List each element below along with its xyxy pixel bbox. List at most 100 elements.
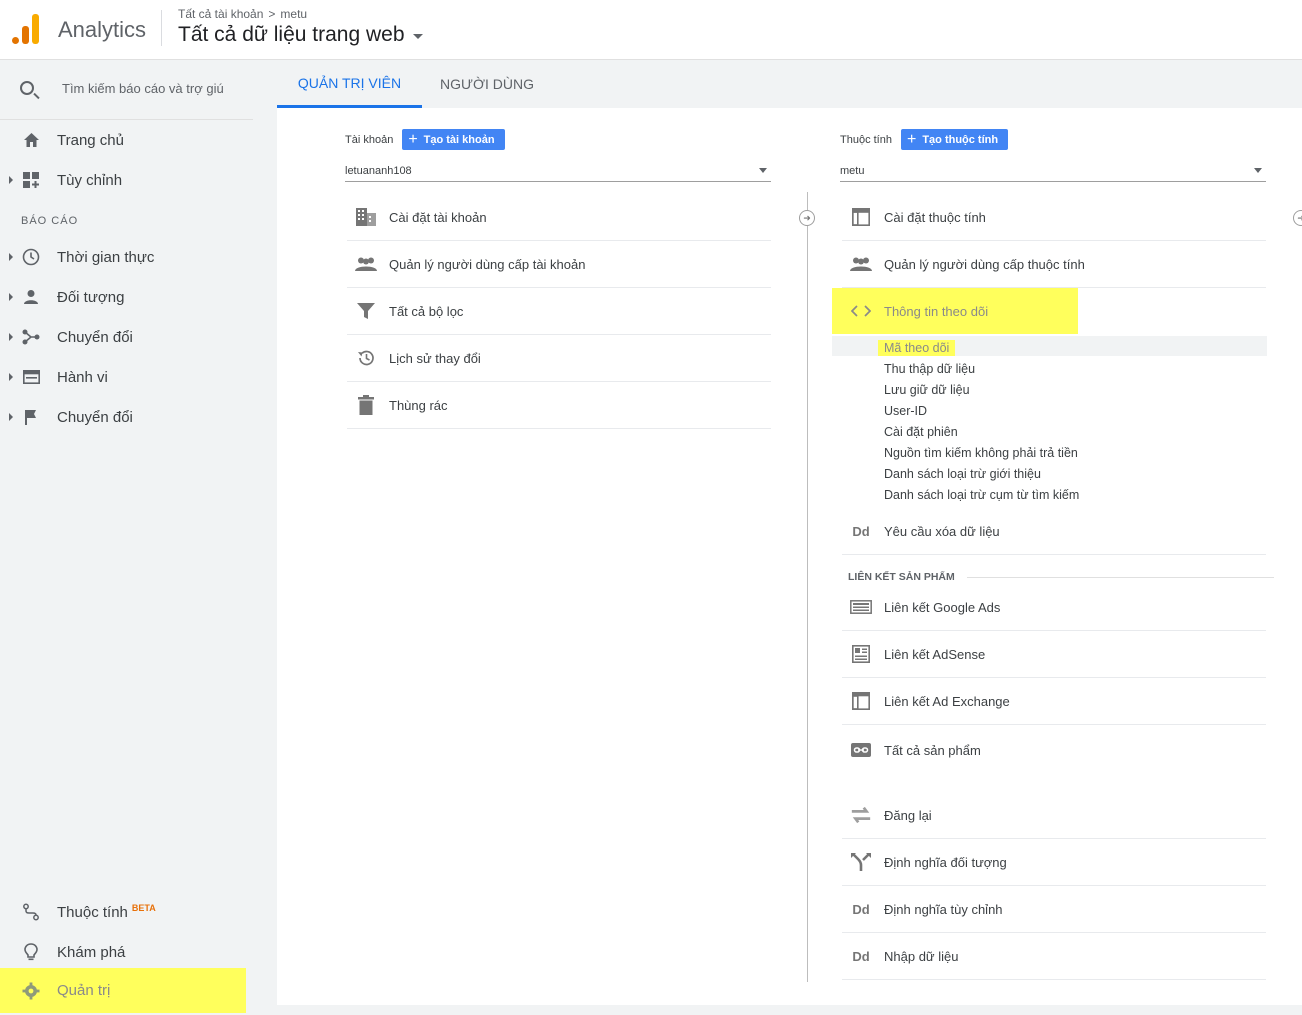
tab-admin[interactable]: QUẢN TRỊ VIÊN — [277, 60, 422, 108]
expand-arrow-icon[interactable] — [9, 333, 13, 341]
ad-exchange-link-item[interactable]: Liên kết Ad Exchange — [842, 678, 1266, 725]
dd-icon: Dd — [852, 948, 870, 964]
code-icon — [850, 300, 872, 322]
filter-icon — [355, 300, 377, 322]
sidebar-item-admin[interactable]: Quản trị — [0, 968, 246, 1013]
data-deletion-request-item[interactable]: Dd Yêu cầu xóa dữ liệu — [842, 508, 1266, 555]
property-selected: metu — [840, 164, 865, 177]
sidebar-item-realtime[interactable]: Thời gian thực — [0, 237, 253, 277]
sidebar-item-label: Trang chủ — [57, 131, 124, 149]
audience-definitions-item[interactable]: Định nghĩa đối tượng — [842, 839, 1266, 886]
property-column-header: Thuộc tính + Tạo thuộc tính — [840, 129, 1009, 150]
remarketing-item[interactable]: Đăng lại — [842, 792, 1266, 839]
property-user-management-item[interactable]: Quản lý người dùng cấp thuộc tính — [842, 241, 1266, 288]
view-title: Tất cả dữ liệu trang web — [178, 23, 405, 46]
dd-icon: Dd — [852, 901, 870, 917]
top-bar: Analytics Tất cả tài khoản > metu Tất cả… — [0, 0, 1302, 60]
remarketing-icon — [850, 804, 872, 826]
search-bar[interactable]: Tìm kiếm báo cáo và trợ giúp — [0, 60, 253, 120]
expand-arrow-icon[interactable] — [9, 373, 13, 381]
sidebar-item-audience[interactable]: Đối tượng — [0, 277, 253, 317]
breadcrumb-separator: > — [268, 7, 276, 21]
history-icon — [355, 347, 377, 369]
tab-users[interactable]: NGƯỜI DÙNG — [422, 60, 552, 108]
arrow-circle-icon[interactable]: ➜ — [799, 210, 815, 226]
create-property-button[interactable]: + Tạo thuộc tính — [900, 129, 1009, 150]
account-settings-label: Cài đặt tài khoản — [389, 209, 487, 225]
trash-label: Thùng rác — [389, 397, 448, 413]
expand-arrow-icon[interactable] — [9, 413, 13, 421]
header-divider — [161, 10, 162, 46]
all-products-item[interactable]: Tất cả sản phẩm — [842, 725, 1266, 775]
analytics-logo-icon[interactable] — [12, 14, 40, 44]
change-history-item[interactable]: Lịch sử thay đổi — [347, 335, 771, 382]
custom-definitions-item[interactable]: Dd Định nghĩa tùy chỉnh — [842, 886, 1266, 933]
property-label: Thuộc tính — [840, 133, 892, 146]
search-icon — [20, 81, 34, 95]
sidebar-item-label: Khám phá — [57, 943, 126, 961]
adsense-link-item[interactable]: Liên kết AdSense — [842, 631, 1266, 678]
sidebar-item-customization[interactable]: Tùy chỉnh — [0, 160, 253, 200]
expand-arrow-icon[interactable] — [9, 293, 13, 301]
tracking-sub-referral-exclusion[interactable]: Danh sách loại trừ giới thiệu — [884, 467, 1041, 481]
dashboard-icon — [22, 171, 40, 189]
account-selected: letuananh108 — [345, 164, 412, 177]
tracking-sub-search-term-exclusion[interactable]: Danh sách loại trừ cụm từ tìm kiếm — [884, 488, 1079, 502]
breadcrumb[interactable]: Tất cả tài khoản > metu — [178, 7, 307, 21]
sidebar-item-attribution[interactable]: Thuộc tính BETA — [0, 892, 253, 932]
account-label: Tài khoản — [345, 133, 394, 146]
all-filters-item[interactable]: Tất cả bộ lọc — [347, 288, 771, 335]
arrow-circle-icon-right[interactable]: ➜ — [1293, 210, 1302, 226]
search-input[interactable]: Tìm kiếm báo cáo và trợ giúp — [62, 81, 224, 96]
dd-icon: Dd — [852, 523, 870, 539]
expand-arrow-icon[interactable] — [9, 176, 13, 184]
sidebar-item-discover[interactable]: Khám phá — [0, 932, 253, 972]
tracking-sub-data-retention[interactable]: Lưu giữ dữ liệu — [884, 383, 970, 397]
create-property-label: Tạo thuộc tính — [922, 133, 999, 146]
trash-item[interactable]: Thùng rác — [347, 382, 771, 429]
plus-icon: + — [906, 130, 917, 148]
link-icon — [850, 739, 872, 761]
sidebar-item-label: Quản trị — [57, 982, 111, 999]
account-settings-item[interactable]: Cài đặt tài khoản — [347, 194, 771, 241]
people-icon — [355, 253, 377, 275]
breadcrumb-property[interactable]: metu — [280, 7, 307, 21]
sidebar-item-home[interactable]: Trang chủ — [0, 120, 253, 160]
fork-icon — [850, 851, 872, 873]
people-icon — [850, 253, 872, 275]
sidebar-item-attribution-label: Thuộc tính — [57, 903, 128, 921]
breadcrumb-all-accounts[interactable]: Tất cả tài khoản — [178, 7, 263, 21]
google-ads-link-item[interactable]: Liên kết Google Ads — [842, 584, 1266, 631]
account-selector[interactable]: letuananh108 — [345, 160, 771, 182]
account-user-management-item[interactable]: Quản lý người dùng cấp tài khoản — [347, 241, 771, 288]
property-settings-item[interactable]: Cài đặt thuộc tính — [842, 194, 1266, 241]
adsense-icon — [850, 643, 872, 665]
tracking-info-label: Thông tin theo dõi — [884, 303, 989, 319]
google-ads-link-label: Liên kết Google Ads — [884, 599, 1001, 615]
sidebar-item-acquisition[interactable]: Chuyển đổi — [0, 317, 253, 357]
sidebar-item-behavior[interactable]: Hành vi — [0, 357, 253, 397]
tracking-sub-session-settings[interactable]: Cài đặt phiên — [884, 425, 958, 439]
tracking-sub-tracking-code[interactable]: Mã theo dõi — [878, 340, 956, 356]
caret-down-icon — [1254, 168, 1262, 173]
ad-exchange-link-label: Liên kết Ad Exchange — [884, 693, 1010, 709]
flag-icon — [22, 408, 40, 426]
create-account-label: Tạo tài khoản — [423, 133, 495, 146]
account-user-management-label: Quản lý người dùng cấp tài khoản — [389, 256, 586, 272]
plus-icon: + — [408, 130, 418, 148]
tracking-sub-data-collection[interactable]: Thu thập dữ liệu — [884, 362, 975, 376]
bottom-strip — [277, 1005, 1302, 1015]
create-account-button[interactable]: + Tạo tài khoản — [402, 129, 505, 150]
admin-content: Tài khoản + Tạo tài khoản letuananh108 Cà… — [277, 108, 1302, 1005]
view-selector[interactable]: Tất cả dữ liệu trang web — [178, 23, 423, 47]
home-icon — [22, 131, 40, 149]
tracking-sub-organic-sources[interactable]: Nguồn tìm kiếm không phải trả tiền — [884, 446, 1078, 460]
property-selector[interactable]: metu — [840, 160, 1266, 182]
data-import-item[interactable]: Dd Nhập dữ liệu — [842, 933, 1266, 980]
sidebar-item-conversions[interactable]: Chuyển đổi — [0, 397, 253, 437]
expand-arrow-icon[interactable] — [9, 253, 13, 261]
account-column-header: Tài khoản + Tạo tài khoản — [345, 129, 505, 150]
tracking-sub-user-id[interactable]: User-ID — [884, 404, 927, 418]
sidebar-item-label: Hành vi — [57, 368, 108, 386]
tracking-info-item[interactable]: Thông tin theo dõi — [842, 288, 1082, 334]
